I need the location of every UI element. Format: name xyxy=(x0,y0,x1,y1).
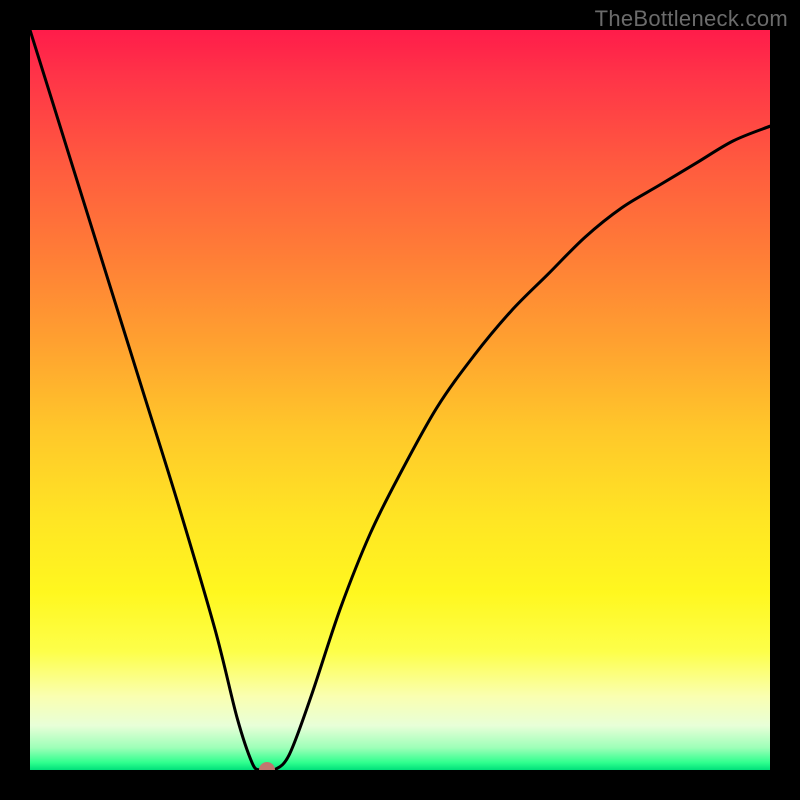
chart-frame: TheBottleneck.com xyxy=(0,0,800,800)
watermark-text: TheBottleneck.com xyxy=(595,6,788,32)
plot-area xyxy=(30,30,770,770)
curve-svg xyxy=(30,30,770,770)
bottleneck-curve-path xyxy=(30,30,770,770)
